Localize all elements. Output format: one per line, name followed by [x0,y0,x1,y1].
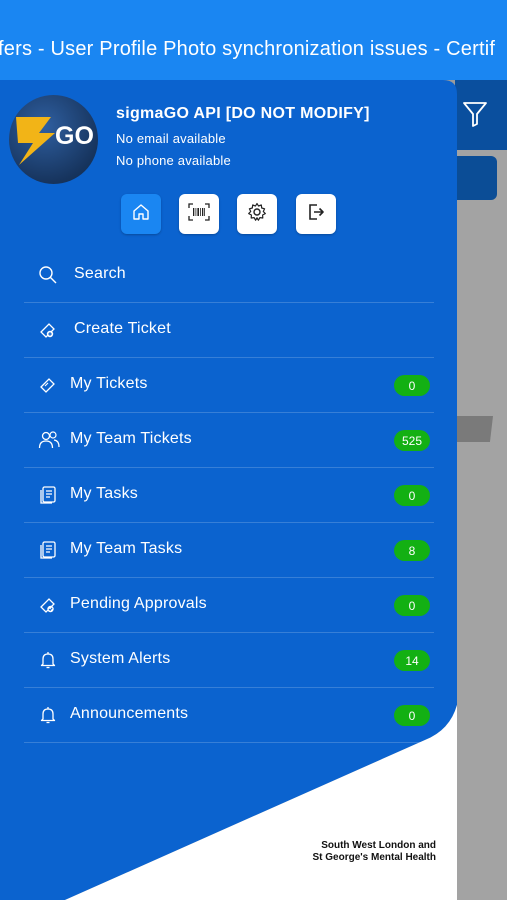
menu-item-system-alerts[interactable]: System Alerts 14 [24,633,434,688]
team-icon [38,430,60,450]
menu-item-my-team-tickets[interactable]: My Team Tickets 525 [24,413,434,468]
bell-icon [38,650,58,670]
menu-item-label: System Alerts [70,650,171,667]
home-button[interactable] [121,194,161,234]
drawer-menu: Search Create Ticket My Tickets 0 My Tea… [24,248,434,743]
ticket-approval-icon [38,595,58,615]
menu-item-label: My Team Tasks [70,540,183,557]
count-badge: 14 [394,650,430,671]
app-logo: GO [9,95,98,184]
count-badge: 0 [394,375,430,396]
menu-item-label: Pending Approvals [70,595,207,612]
menu-item-search[interactable]: Search [24,248,434,303]
menu-item-label: Announcements [70,705,189,722]
menu-item-create-ticket[interactable]: Create Ticket [24,303,434,358]
count-badge: 8 [394,540,430,561]
filter-icon[interactable] [462,100,488,133]
announcement-ticker: fers - User Profile Photo synchronizatio… [0,0,507,80]
menu-item-label: Search [74,265,126,282]
settings-button[interactable] [237,194,277,234]
profile-name: sigmaGO API [DO NOT MODIFY] [116,105,370,122]
barcode-icon [188,202,210,226]
barcode-scan-button[interactable] [179,194,219,234]
gear-icon [247,202,267,227]
profile-phone: No phone available [116,153,231,168]
count-badge: 0 [394,705,430,726]
tasks-icon [38,485,58,505]
search-icon [38,265,58,285]
background-shape [455,416,493,442]
menu-item-label: My Team Tickets [70,430,192,447]
menu-item-label: Create Ticket [74,320,171,337]
bell-icon [38,705,58,725]
organization-logo: South West London and St George's Mental… [306,840,436,864]
background-content [455,150,507,900]
organization-line-1: South West London and [321,840,436,851]
tasks-icon [38,540,58,560]
menu-item-my-tasks[interactable]: My Tasks 0 [24,468,434,523]
ticket-add-icon [38,320,58,340]
logout-icon [306,202,326,227]
ticket-icon [38,375,58,395]
menu-item-label: My Tickets [70,375,148,392]
menu-item-my-tickets[interactable]: My Tickets 0 [24,358,434,413]
logout-button[interactable] [296,194,336,234]
menu-item-announcements[interactable]: Announcements 0 [24,688,434,743]
ticker-text: fers - User Profile Photo synchronizatio… [0,38,496,60]
menu-item-pending-approvals[interactable]: Pending Approvals 0 [24,578,434,633]
count-badge: 525 [394,430,430,451]
logo-text: GO [55,122,94,150]
profile-email: No email available [116,131,226,146]
count-badge: 0 [394,485,430,506]
organization-line-2: St George's Mental Health [312,852,436,863]
navigation-drawer: GO sigmaGO API [DO NOT MODIFY] No email … [0,80,457,900]
count-badge: 0 [394,595,430,616]
menu-item-label: My Tasks [70,485,138,502]
home-icon [131,202,151,227]
background-button [455,156,497,200]
menu-item-my-team-tasks[interactable]: My Team Tasks 8 [24,523,434,578]
